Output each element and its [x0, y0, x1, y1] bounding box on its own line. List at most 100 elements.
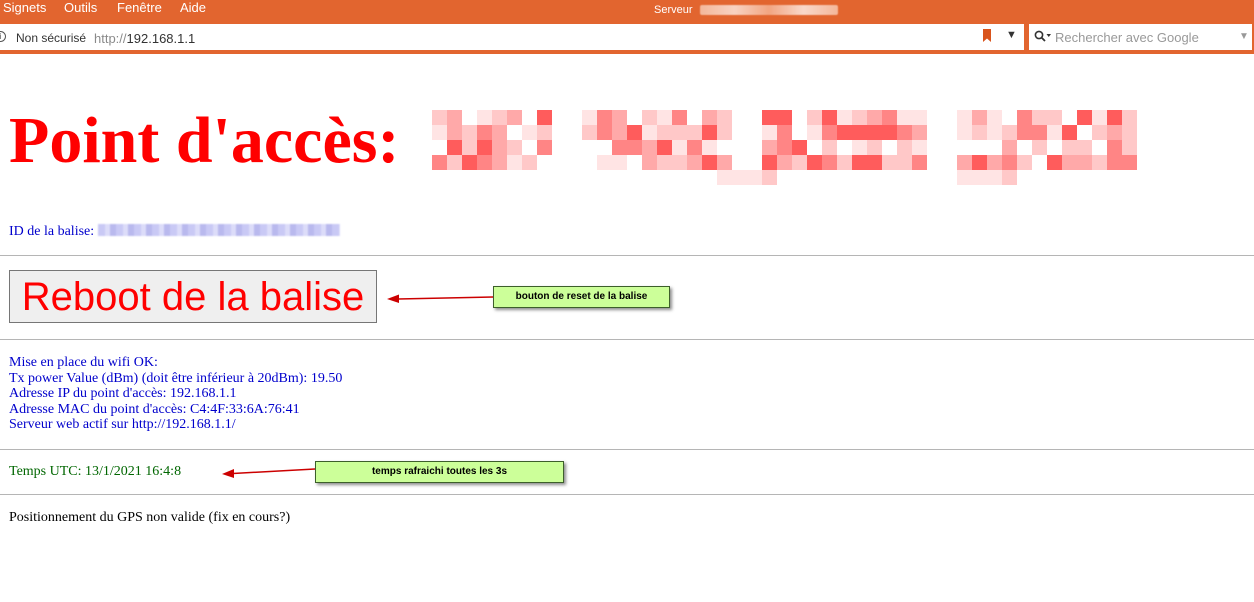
beacon-id-line: ID de la balise:	[9, 224, 340, 240]
mosaic-cell	[912, 125, 927, 140]
wifi-status-line: Mise en place du wifi OK:	[9, 355, 158, 370]
page-title: Point d'accès:	[9, 104, 400, 177]
mosaic-cell	[672, 140, 687, 155]
mosaic-cell	[492, 140, 507, 155]
mosaic-cell	[777, 110, 792, 125]
navigation-toolbar: i Non sécurisé http://192.168.1.1 ▼ ▼	[0, 22, 1254, 54]
mosaic-cell	[717, 170, 732, 185]
mosaic-cell	[762, 140, 777, 155]
mosaic-cell	[792, 140, 807, 155]
mosaic-cell	[987, 155, 1002, 170]
mosaic-cell	[957, 125, 972, 140]
menu-bar: Signets Outils Fenêtre Aide Serveur	[0, 0, 1254, 22]
mosaic-cell	[702, 155, 717, 170]
mosaic-cell	[912, 140, 927, 155]
mosaic-cell	[867, 125, 882, 140]
search-bar: ▼	[1029, 24, 1252, 50]
mosaic-cell	[867, 110, 882, 125]
mosaic-cell	[1017, 110, 1032, 125]
info-icon[interactable]: i	[0, 31, 6, 42]
mosaic-cell	[1002, 155, 1017, 170]
mosaic-cell	[642, 110, 657, 125]
mosaic-cell	[627, 125, 642, 140]
mosaic-cell	[597, 110, 612, 125]
url-text[interactable]: http://192.168.1.1	[94, 31, 195, 46]
ip-address-line: Adresse IP du point d'accès: 192.168.1.1	[9, 386, 237, 401]
mosaic-cell	[1092, 155, 1107, 170]
mosaic-cell	[1077, 140, 1092, 155]
url-bar[interactable]: i Non sécurisé http://192.168.1.1 ▼	[0, 24, 1024, 52]
mosaic-cell	[792, 155, 807, 170]
mosaic-cell	[732, 170, 747, 185]
arrow-icon	[222, 468, 316, 478]
mosaic-cell	[1002, 125, 1017, 140]
mosaic-cell	[1032, 125, 1047, 140]
mosaic-cell	[507, 155, 522, 170]
mosaic-cell	[1002, 140, 1017, 155]
mosaic-cell	[447, 110, 462, 125]
menu-aide[interactable]: Aide	[180, 0, 206, 16]
mosaic-cell	[1092, 125, 1107, 140]
mosaic-cell	[1032, 110, 1047, 125]
mosaic-cell	[972, 110, 987, 125]
mosaic-cell	[507, 110, 522, 125]
mosaic-cell	[867, 155, 882, 170]
menu-signets[interactable]: Signets	[3, 0, 46, 16]
mosaic-cell	[1002, 170, 1017, 185]
mosaic-cell	[492, 125, 507, 140]
divider	[0, 494, 1254, 495]
mosaic-cell	[897, 125, 912, 140]
mosaic-cell	[537, 125, 552, 140]
mosaic-cell	[477, 155, 492, 170]
mosaic-cell	[1107, 110, 1122, 125]
utc-time: Temps UTC: 13/1/2021 16:4:8	[9, 464, 182, 479]
mosaic-cell	[522, 155, 537, 170]
mosaic-cell	[882, 155, 897, 170]
mosaic-cell	[582, 110, 597, 125]
mosaic-cell	[852, 125, 867, 140]
mosaic-cell	[897, 155, 912, 170]
mosaic-cell	[657, 110, 672, 125]
mosaic-cell	[987, 170, 1002, 185]
reboot-button[interactable]: Reboot de la balise	[9, 270, 377, 323]
url-dropdown-icon[interactable]: ▼	[1006, 29, 1017, 41]
mosaic-cell	[642, 140, 657, 155]
redacted-access-point-name	[432, 110, 1137, 190]
mosaic-cell	[687, 140, 702, 155]
search-dropdown-icon[interactable]: ▼	[1239, 31, 1249, 42]
mosaic-cell	[1032, 140, 1047, 155]
mosaic-cell	[852, 110, 867, 125]
mosaic-cell	[702, 125, 717, 140]
mosaic-cell	[777, 125, 792, 140]
mosaic-cell	[597, 125, 612, 140]
mosaic-cell	[762, 110, 777, 125]
mosaic-cell	[672, 110, 687, 125]
mosaic-cell	[447, 125, 462, 140]
mosaic-cell	[762, 155, 777, 170]
menu-fenetre[interactable]: Fenêtre	[117, 0, 162, 16]
redacted-ssid	[699, 5, 838, 16]
mosaic-cell	[642, 155, 657, 170]
mosaic-cell	[477, 125, 492, 140]
mosaic-cell	[612, 125, 627, 140]
url-host: 192.168.1.1	[126, 31, 196, 46]
mosaic-cell	[837, 110, 852, 125]
mosaic-cell	[987, 125, 1002, 140]
mosaic-cell	[1062, 155, 1077, 170]
bookmark-icon[interactable]	[982, 29, 992, 43]
mosaic-cell	[492, 155, 507, 170]
mosaic-cell	[462, 140, 477, 155]
mosaic-cell	[972, 155, 987, 170]
mosaic-cell	[657, 140, 672, 155]
search-input[interactable]	[1055, 27, 1229, 47]
menu-outils[interactable]: Outils	[64, 0, 97, 16]
mosaic-cell	[912, 110, 927, 125]
gps-status: Positionnement du GPS non valide (fix en…	[9, 510, 291, 525]
search-icon[interactable]	[1034, 30, 1052, 43]
window-title-text: Serveur	[654, 4, 693, 16]
security-label[interactable]: Non sécurisé	[16, 31, 86, 45]
mosaic-cell	[717, 125, 732, 140]
beacon-id-label: ID de la balise:	[9, 224, 95, 239]
mosaic-cell	[1077, 110, 1092, 125]
mosaic-cell	[972, 125, 987, 140]
